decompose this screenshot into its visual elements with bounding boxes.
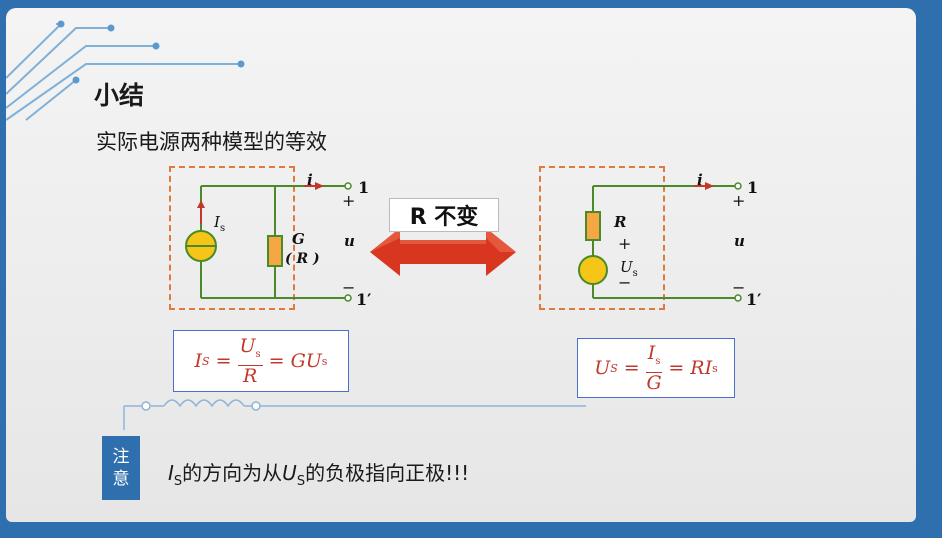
current-arrow-icon	[315, 182, 324, 190]
right-voltage-label: u	[734, 232, 745, 250]
left-terminal-bottom: 1′	[356, 290, 372, 309]
right-plus: +	[732, 191, 746, 210]
trace-node	[72, 76, 80, 84]
slide-subtitle: 实际电源两种模型的等效	[96, 130, 327, 154]
current-source-icon	[185, 200, 217, 262]
conductance-resistor-icon	[267, 235, 283, 267]
left-circuit-diagram	[185, 182, 352, 302]
left-conductance-label: G	[292, 230, 305, 248]
left-voltage-label: u	[344, 232, 355, 250]
slide: 小结 实际电源两种模型的等效 Is G ( R ) i 1 + u − 1′ R…	[6, 8, 916, 522]
arrow-label: R 不变	[389, 198, 499, 232]
formula-right: US = Is G = RI s	[577, 338, 735, 398]
left-minus: −	[342, 278, 356, 297]
note-badge: 注 意	[102, 436, 140, 500]
left-plus: +	[342, 191, 356, 210]
series-resistor-icon	[585, 211, 601, 241]
right-source-minus: −	[618, 273, 632, 292]
right-circuit-diagram	[578, 182, 742, 302]
slide-title: 小结	[94, 81, 145, 110]
right-terminal-bottom: 1′	[746, 290, 762, 309]
left-terminal-top: 1	[358, 178, 370, 197]
inductor-line-decoration	[123, 399, 586, 430]
left-source-label: Is	[214, 213, 226, 234]
trace-node	[152, 42, 160, 50]
terminal-icon	[734, 182, 742, 190]
trace-node	[57, 20, 65, 28]
right-terminal-top: 1	[747, 178, 759, 197]
right-current-label: i	[697, 171, 703, 189]
trace-node	[237, 60, 245, 68]
trace-node	[107, 24, 115, 32]
right-minus: −	[732, 278, 746, 297]
left-current-label: i	[307, 171, 313, 189]
terminal-icon	[344, 182, 352, 190]
formula-left: IS = Us R = GU s	[173, 330, 349, 392]
current-arrow-icon	[705, 182, 714, 190]
note-text: IS的方向为从US的负极指向正极!!!	[168, 461, 470, 489]
right-resistor-label: R	[614, 213, 627, 231]
right-source-plus: +	[618, 234, 632, 253]
voltage-source-icon	[578, 255, 608, 285]
left-resistance-label: ( R )	[285, 251, 320, 267]
